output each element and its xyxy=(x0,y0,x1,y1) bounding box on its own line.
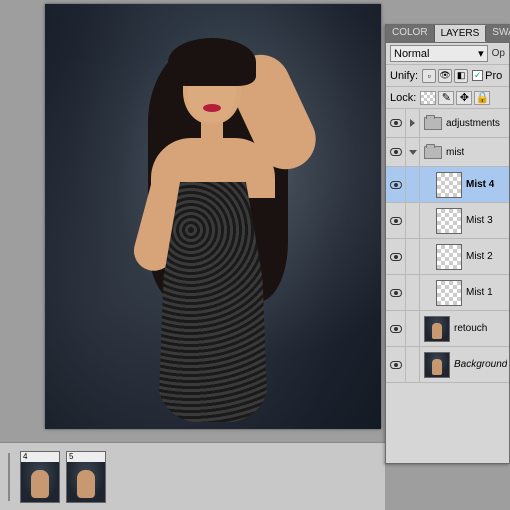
frame-thumb-4[interactable]: 4 xyxy=(20,451,60,503)
layer-label: Mist 2 xyxy=(466,251,493,262)
lock-transparency-icon[interactable] xyxy=(420,91,436,105)
blend-mode-value: Normal xyxy=(394,48,429,60)
layer-label: retouch xyxy=(454,323,487,334)
layer-background[interactable]: Background xyxy=(386,347,509,383)
layers-panel: COLOR LAYERS SWATCH Normal ▾ Op Unify: ▫… xyxy=(385,24,510,464)
canvas-area xyxy=(0,0,385,430)
opacity-label: Op xyxy=(492,48,505,59)
layer-label: mist xyxy=(446,147,464,158)
panel-tabs: COLOR LAYERS SWATCH xyxy=(386,25,509,43)
disclosure-right-icon[interactable] xyxy=(410,119,415,127)
propagate-label: Pro xyxy=(485,70,502,82)
subject-figure xyxy=(103,42,323,422)
layer-label: Mist 3 xyxy=(466,215,493,226)
lock-position-icon[interactable]: ✥ xyxy=(456,91,472,105)
layer-label: Mist 4 xyxy=(466,179,494,190)
layer-label: Mist 1 xyxy=(466,287,493,298)
chevron-down-icon: ▾ xyxy=(478,47,484,60)
layer-mist-2[interactable]: Mist 2 xyxy=(386,239,509,275)
lock-all-icon[interactable]: 🔒 xyxy=(474,91,490,105)
eye-icon[interactable] xyxy=(390,148,402,156)
tab-layers[interactable]: LAYERS xyxy=(435,25,487,42)
frame-number: 5 xyxy=(67,452,105,462)
layer-thumbnail[interactable] xyxy=(436,280,462,306)
eye-icon[interactable] xyxy=(390,217,402,225)
unify-visibility-icon[interactable]: 👁 xyxy=(438,69,452,83)
layer-mist-3[interactable]: Mist 3 xyxy=(386,203,509,239)
eye-icon[interactable] xyxy=(390,181,402,189)
layer-mist-4[interactable]: Mist 4 xyxy=(386,167,509,203)
disclosure-down-icon[interactable] xyxy=(409,150,417,155)
layer-label: adjustments xyxy=(446,118,500,129)
layers-list: adjustments mist Mist 4 Mist 3 xyxy=(386,109,509,439)
folder-icon xyxy=(424,146,442,159)
propagate-checkbox[interactable]: ✓ Pro xyxy=(472,70,502,82)
layer-thumbnail[interactable] xyxy=(436,172,462,198)
document-canvas[interactable] xyxy=(45,4,381,429)
eye-icon[interactable] xyxy=(390,253,402,261)
layer-retouch[interactable]: retouch xyxy=(386,311,509,347)
lock-pixels-icon[interactable]: ✎ xyxy=(438,91,454,105)
layer-thumbnail[interactable] xyxy=(436,244,462,270)
eye-icon[interactable] xyxy=(390,289,402,297)
layer-mist-1[interactable]: Mist 1 xyxy=(386,275,509,311)
tab-color[interactable]: COLOR xyxy=(386,25,435,42)
lock-row: Lock: ✎ ✥ 🔒 xyxy=(386,87,509,109)
eye-icon[interactable] xyxy=(390,361,402,369)
frame-number: 4 xyxy=(21,452,59,462)
layer-thumbnail[interactable] xyxy=(424,352,450,378)
layer-thumbnail[interactable] xyxy=(424,316,450,342)
lock-label: Lock: xyxy=(390,92,416,104)
unify-position-icon[interactable]: ▫ xyxy=(422,69,436,83)
checkbox-icon: ✓ xyxy=(472,70,483,81)
eye-icon[interactable] xyxy=(390,325,402,333)
unify-row: Unify: ▫ 👁 ◧ ✓ Pro xyxy=(386,65,509,87)
unify-label: Unify: xyxy=(390,70,418,82)
divider xyxy=(8,453,10,501)
folder-icon xyxy=(424,117,442,130)
animation-frames-bar: 4 5 xyxy=(0,442,385,510)
unify-style-icon[interactable]: ◧ xyxy=(454,69,468,83)
eye-icon[interactable] xyxy=(390,119,402,127)
layer-group-adjustments[interactable]: adjustments xyxy=(386,109,509,138)
layer-label: Background xyxy=(454,359,507,370)
blend-opacity-row: Normal ▾ Op xyxy=(386,43,509,65)
layer-thumbnail[interactable] xyxy=(436,208,462,234)
tab-swatches[interactable]: SWATCH xyxy=(486,25,510,42)
blend-mode-select[interactable]: Normal ▾ xyxy=(390,45,488,62)
frame-thumb-5[interactable]: 5 xyxy=(66,451,106,503)
layer-group-mist[interactable]: mist xyxy=(386,138,509,167)
